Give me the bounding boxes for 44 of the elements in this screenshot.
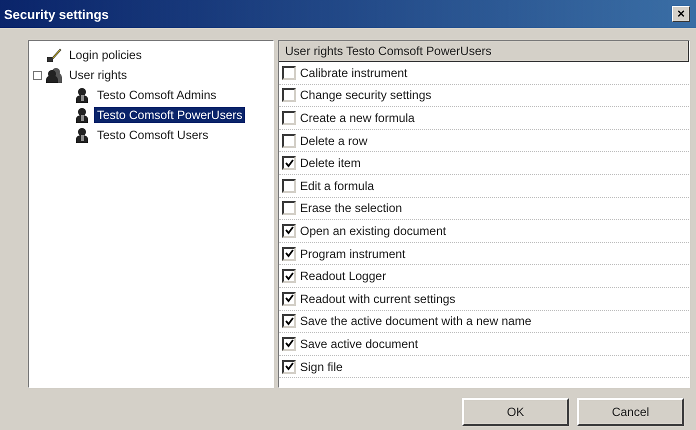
right-label: Open an existing document [300,224,446,238]
right-label: Save active document [300,336,418,351]
tree-item[interactable]: Testo Comsoft Users [94,127,212,143]
checkbox[interactable] [282,336,296,351]
user-icon [74,87,90,103]
right-label: Create a new formula [300,110,415,125]
column-header: User rights Testo Comsoft PowerUsers [279,41,689,62]
checkbox[interactable] [282,134,296,148]
checkbox[interactable] [282,224,296,238]
users-icon [46,67,62,83]
right-label: Program instrument [300,246,406,261]
checkbox[interactable] [282,178,296,193]
right-label: Save the active document with a new name [300,314,532,328]
checkbox[interactable] [282,110,296,125]
pencil-icon [46,47,62,63]
checkbox[interactable] [282,246,296,261]
right-label: Calibrate instrument [300,66,408,80]
checkbox[interactable] [282,292,296,306]
dialog-button[interactable]: Cancel [577,398,684,426]
checkbox[interactable] [282,314,296,328]
checkbox[interactable] [282,269,296,284]
right-label: Delete a row [300,134,368,148]
close-button[interactable]: × [672,6,690,22]
dialog-button[interactable]: OK [462,398,569,426]
user-icon [74,107,90,123]
right-label: Delete item [300,156,361,170]
tree-item[interactable]: Testo Comsoft PowerUsers [94,107,246,123]
tree-item[interactable]: Login policies [66,47,145,63]
right-label: Readout with current settings [300,292,456,306]
right-label: Sign file [300,360,343,374]
checkbox[interactable] [282,88,296,102]
tree-item[interactable]: User rights [66,67,130,83]
right-label: Erase the selection [300,201,402,216]
right-label: Change security settings [300,88,432,102]
checkbox[interactable] [282,360,296,374]
checkbox[interactable] [282,201,296,216]
tree-item[interactable]: Testo Comsoft Admins [94,87,220,103]
expander[interactable] [33,70,42,80]
checkbox[interactable] [282,156,296,170]
right-label: Edit a formula [300,178,374,193]
right-label: Readout Logger [300,269,386,284]
checkbox[interactable] [282,66,296,80]
user-icon [74,127,90,143]
window-title: Security settings [4,6,109,22]
